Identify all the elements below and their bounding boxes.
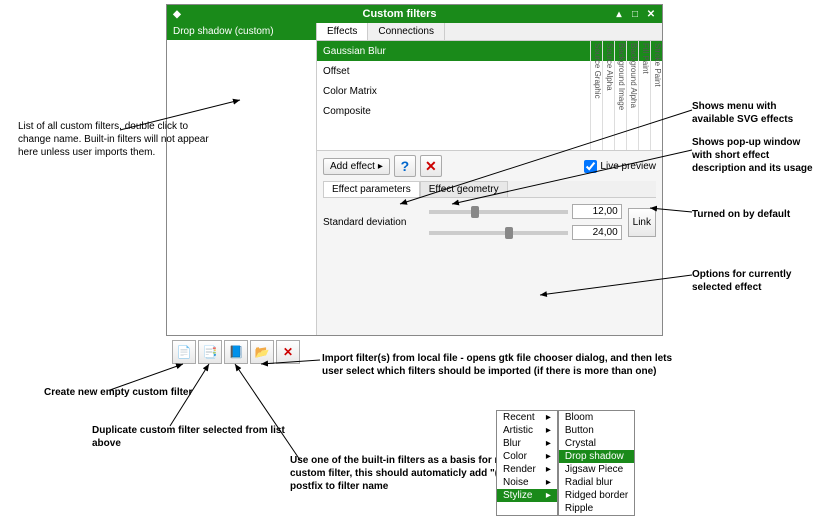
menu-item[interactable]: Button bbox=[559, 424, 634, 437]
link-values-button[interactable]: Link bbox=[628, 208, 656, 237]
menu-item[interactable]: Recent▸ bbox=[497, 411, 557, 424]
menu-item[interactable]: Ridged border bbox=[559, 489, 634, 502]
std-dev-x-slider[interactable] bbox=[429, 210, 568, 214]
live-preview-input[interactable] bbox=[584, 160, 597, 173]
menu-item[interactable]: Drop shadow bbox=[559, 450, 634, 463]
new-filter-button[interactable]: 📄 bbox=[172, 340, 196, 364]
std-deviation-label: Standard deviation bbox=[323, 217, 423, 228]
annotation-options: Options for currently selected effect bbox=[692, 268, 820, 294]
add-effect-label: Add effect bbox=[330, 161, 375, 172]
menu-categories: Recent▸ Artistic▸ Blur▸ Color▸ Render▸ N… bbox=[496, 410, 558, 516]
filter-list-sidebar[interactable]: Drop shadow (custom) bbox=[167, 23, 317, 335]
std-dev-y-slider[interactable] bbox=[429, 231, 568, 235]
custom-filters-window: ◆ Custom filters ▴ □ ✕ Drop shadow (cust… bbox=[166, 4, 663, 336]
menu-item[interactable]: Blur▸ bbox=[497, 437, 557, 450]
delete-effect-button[interactable]: ✕ bbox=[420, 155, 442, 177]
maximize-button[interactable]: □ bbox=[628, 7, 642, 21]
annotation-filter-list: List of all custom filters, double click… bbox=[18, 120, 218, 159]
subtab-parameters[interactable]: Effect parameters bbox=[323, 181, 420, 197]
dropdown-icon: ▸ bbox=[378, 161, 383, 172]
std-dev-y-value[interactable]: 24,00 bbox=[572, 225, 622, 240]
app-icon: ◆ bbox=[173, 9, 181, 20]
effects-graph: Gaussian Blur Offset Color Matrix Compos… bbox=[317, 41, 662, 151]
source-label: Source Alpha bbox=[602, 41, 614, 150]
filter-list-item[interactable]: Drop shadow (custom) bbox=[167, 23, 316, 40]
source-label: Background Image bbox=[614, 41, 626, 150]
delete-filter-button[interactable]: ✕ bbox=[276, 340, 300, 364]
annotation-svg-menu: Shows menu with available SVG effects bbox=[692, 100, 820, 126]
std-dev-x-value[interactable]: 12,00 bbox=[572, 204, 622, 219]
source-label: Fill Paint bbox=[638, 41, 650, 150]
source-label: Stroke Paint bbox=[650, 41, 662, 150]
live-preview-label: Live preview bbox=[600, 161, 656, 172]
tab-connections[interactable]: Connections bbox=[368, 23, 445, 40]
menu-item[interactable]: Crystal bbox=[559, 437, 634, 450]
close-window-button[interactable]: ✕ bbox=[644, 7, 658, 21]
menu-item[interactable]: Artistic▸ bbox=[497, 424, 557, 437]
titlebar: ◆ Custom filters ▴ □ ✕ bbox=[167, 5, 662, 23]
source-label: Source Graphic bbox=[590, 41, 602, 150]
menu-item[interactable]: Render▸ bbox=[497, 463, 557, 476]
builtin-filter-button[interactable]: 📘 bbox=[224, 340, 248, 364]
main-tabs: Effects Connections bbox=[317, 23, 662, 41]
minimize-button[interactable]: ▴ bbox=[612, 7, 626, 21]
add-effect-button[interactable]: Add effect ▸ bbox=[323, 158, 390, 175]
annotation-import: Import filter(s) from local file - opens… bbox=[322, 352, 682, 378]
annotation-popup: Shows pop-up window with short effect de… bbox=[692, 136, 820, 175]
menu-item[interactable]: Ripple bbox=[559, 502, 634, 515]
live-preview-checkbox[interactable]: Live preview bbox=[584, 160, 656, 173]
annotation-new: Create new empty custom filter bbox=[44, 386, 192, 399]
menu-item[interactable]: Bloom bbox=[559, 411, 634, 424]
source-label: Background Alpha bbox=[626, 41, 638, 150]
tab-effects[interactable]: Effects bbox=[317, 23, 368, 40]
import-filter-button[interactable]: 📂 bbox=[250, 340, 274, 364]
annotation-default-on: Turned on by default bbox=[692, 208, 790, 221]
menu-item[interactable]: Color▸ bbox=[497, 450, 557, 463]
annotation-duplicate: Duplicate custom filter selected from li… bbox=[92, 424, 292, 450]
subtab-geometry[interactable]: Effect geometry bbox=[420, 181, 508, 197]
menu-item[interactable]: Radial blur bbox=[559, 476, 634, 489]
filter-toolbar: 📄 📑 📘 📂 ✕ bbox=[172, 340, 300, 364]
menu-item[interactable]: Jigsaw Piece bbox=[559, 463, 634, 476]
duplicate-filter-button[interactable]: 📑 bbox=[198, 340, 222, 364]
menu-item[interactable]: Noise▸ bbox=[497, 476, 557, 489]
parameter-panel: Standard deviation 12,00 24,00 Link bbox=[317, 198, 662, 246]
menu-filters: Bloom Button Crystal Drop shadow Jigsaw … bbox=[558, 410, 635, 516]
help-button[interactable]: ? bbox=[394, 155, 416, 177]
builtin-filter-menu: Recent▸ Artistic▸ Blur▸ Color▸ Render▸ N… bbox=[496, 410, 635, 516]
menu-item[interactable]: Stylize▸ bbox=[497, 489, 557, 502]
window-title: Custom filters bbox=[187, 8, 612, 20]
